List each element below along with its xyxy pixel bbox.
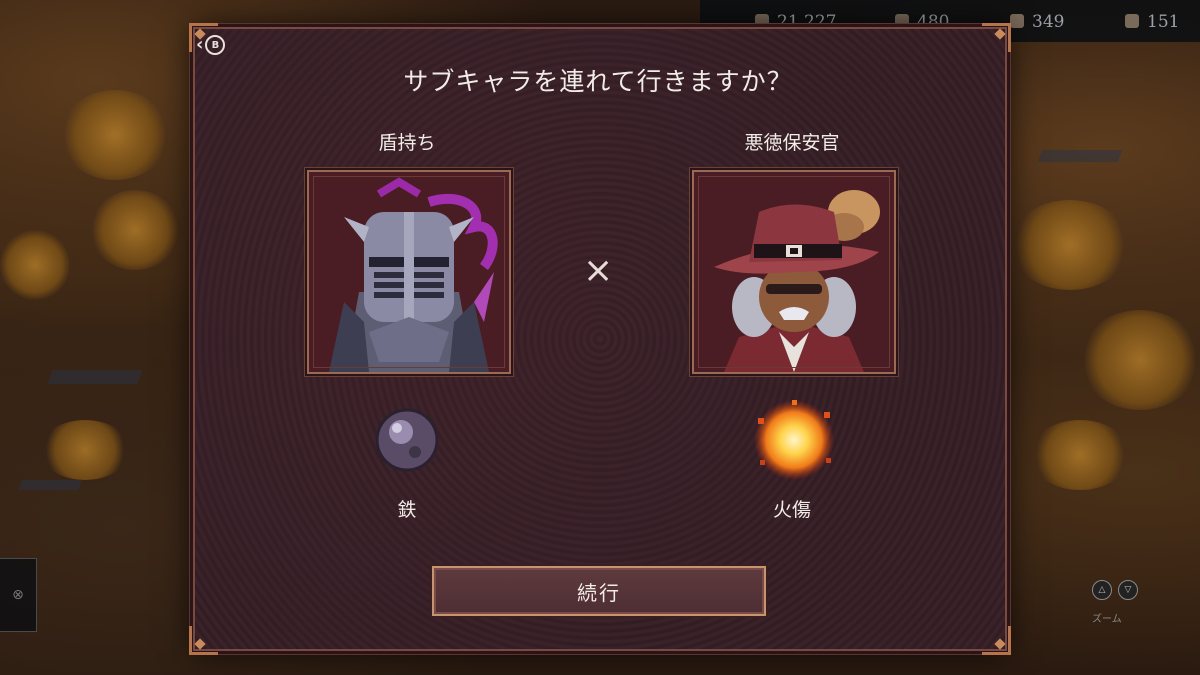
right-character-name: 悪徳保安官 (744, 132, 840, 154)
iron-orb-icon[interactable] (375, 408, 439, 472)
combine-separator: × (583, 250, 614, 291)
side-menu-button[interactable]: ⊗ (0, 558, 37, 632)
back-button[interactable]: ‹ B (196, 33, 226, 57)
right-ability-name: 火傷 (772, 499, 811, 521)
resource-meat: 151 (1125, 12, 1179, 32)
sheriff-portrait-icon (694, 172, 894, 372)
coin-icon (755, 14, 769, 28)
frame-corner (982, 626, 1011, 655)
bush-decoration (1030, 420, 1130, 490)
zoom-label: ズーム (1092, 614, 1122, 625)
gem-icon (1010, 14, 1024, 28)
chevron-left-icon: ‹ (196, 34, 204, 55)
resource-gem: 349 (1010, 12, 1064, 32)
dialog-title: サブキャラを連れて行きますか？ (403, 67, 793, 96)
right-character-portrait[interactable] (692, 170, 896, 374)
frame-corner (982, 23, 1011, 52)
meat-icon (1125, 14, 1139, 28)
frame-corner (189, 626, 218, 655)
continue-button[interactable]: 続行 (432, 566, 766, 616)
left-character-portrait[interactable] (307, 170, 511, 374)
fire-burst-icon[interactable] (752, 398, 836, 482)
rock-decoration (1037, 150, 1123, 162)
left-ability-name: 鉄 (397, 499, 417, 521)
zoom-out-button[interactable]: ▽ (1118, 580, 1138, 600)
left-character-name: 盾持ち (378, 132, 436, 154)
zoom-controls: △ ▽ ズーム (1090, 580, 1146, 625)
bush-decoration (60, 90, 170, 180)
rock-decoration (18, 480, 82, 490)
knight-portrait-icon (309, 172, 509, 372)
close-circle-icon: ⊗ (12, 587, 24, 603)
rock-decoration (47, 370, 143, 384)
wheat-icon (895, 14, 909, 28)
b-button-icon: B (205, 35, 226, 55)
triangle-down-icon: ▽ (1124, 585, 1132, 595)
bush-decoration (1010, 200, 1130, 290)
zoom-in-button[interactable]: △ (1092, 580, 1112, 600)
bush-decoration (40, 420, 130, 480)
bush-decoration (90, 190, 180, 270)
triangle-up-icon: △ (1098, 585, 1106, 595)
bush-decoration (0, 230, 70, 300)
bush-decoration (1080, 310, 1200, 410)
